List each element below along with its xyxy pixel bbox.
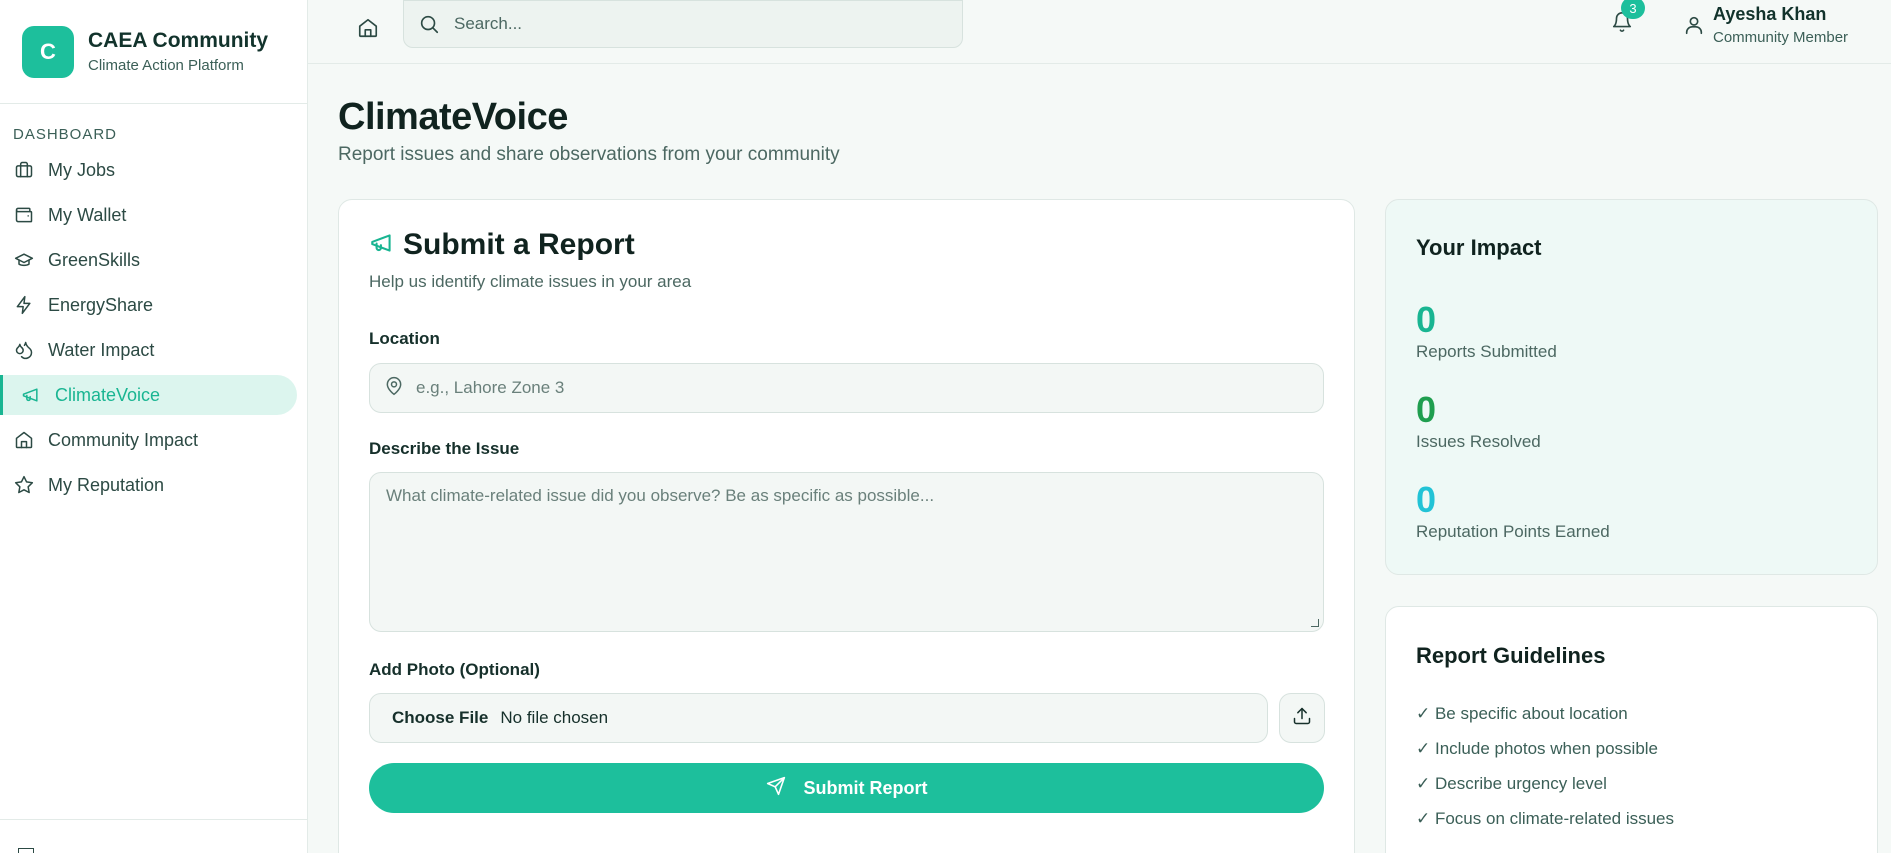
notification-badge: 3: [1621, 0, 1645, 19]
sidebar-item-my-wallet[interactable]: My Wallet: [0, 195, 297, 235]
home-icon: [13, 429, 35, 451]
card-subtitle: Help us identify climate issues in your …: [369, 272, 692, 291]
impact-card: Your Impact 0 Reports Submitted 0 Issues…: [1385, 199, 1878, 575]
brand-tagline: Climate Action Platform: [88, 57, 244, 74]
guidelines-card: Report Guidelines ✓ Be specific about lo…: [1385, 606, 1878, 853]
stat-issues-resolved: 0 Issues Resolved: [1416, 390, 1541, 452]
search-icon: [418, 13, 440, 35]
list-item: ✓ Include photos when possible: [1416, 739, 1659, 758]
sidebar-footer: [0, 819, 307, 853]
file-input[interactable]: Choose File No file chosen: [369, 693, 1268, 743]
search-input[interactable]: [454, 14, 934, 34]
stat-label: Reputation Points Earned: [1416, 522, 1610, 541]
bolt-icon: [13, 294, 35, 316]
sidebar: C CAEA Community Climate Action Platform…: [0, 0, 308, 853]
list-item: ✓ Describe urgency level: [1416, 774, 1607, 793]
stat-value: 0: [1416, 389, 1437, 430]
user-icon: [1683, 14, 1705, 36]
file-status: No file chosen: [500, 708, 609, 727]
home-button[interactable]: [350, 12, 386, 48]
submit-report-card: Submit a Report Help us identify climate…: [338, 199, 1355, 853]
graduation-cap-icon: [13, 249, 35, 271]
sidebar-item-water-impact[interactable]: Water Impact: [0, 330, 297, 370]
sidebar-item-climatevoice[interactable]: ClimateVoice: [0, 375, 297, 415]
brand[interactable]: C CAEA Community Climate Action Platform: [0, 0, 307, 104]
sidebar-item-label: EnergyShare: [48, 294, 154, 315]
logout-icon[interactable]: [18, 848, 34, 853]
sidebar-item-label: My Wallet: [48, 204, 127, 225]
choose-file-button[interactable]: Choose File: [392, 708, 488, 728]
issue-label: Describe the Issue: [369, 439, 520, 458]
send-icon: [766, 776, 804, 801]
topbar: 3 Ayesha Khan Community Member: [308, 0, 1891, 64]
upload-icon: [1292, 706, 1312, 731]
home-icon: [357, 17, 379, 44]
user-name: Ayesha Khan: [1713, 4, 1827, 24]
user-menu[interactable]: Ayesha Khan Community Member: [1683, 4, 1848, 46]
sidebar-item-label: ClimateVoice: [55, 384, 161, 405]
search-bar[interactable]: [403, 0, 963, 48]
sidebar-item-energyshare[interactable]: EnergyShare: [0, 285, 297, 325]
impact-title: Your Impact: [1416, 235, 1542, 260]
sidebar-item-label: Water Impact: [48, 339, 155, 360]
stat-value: 0: [1416, 299, 1437, 340]
sidebar-item-greenskills[interactable]: GreenSkills: [0, 240, 297, 280]
sidebar-item-my-reputation[interactable]: My Reputation: [0, 465, 297, 505]
megaphone-icon: [369, 230, 403, 261]
stat-value: 0: [1416, 479, 1437, 520]
map-pin-icon: [384, 376, 404, 401]
star-icon: [13, 474, 35, 496]
submit-report-button[interactable]: Submit Report: [369, 763, 1324, 813]
page-subtitle: Report issues and share observations fro…: [338, 144, 840, 165]
briefcase-icon: [13, 159, 35, 181]
resize-handle[interactable]: [1311, 619, 1319, 627]
submit-label: Submit Report: [803, 777, 928, 798]
issue-field[interactable]: [369, 472, 1324, 632]
droplets-icon: [13, 339, 35, 361]
sidebar-item-label: Community Impact: [48, 429, 199, 450]
user-role: Community Member: [1713, 29, 1849, 46]
megaphone-icon: [20, 384, 42, 406]
issue-textarea[interactable]: [370, 473, 1323, 631]
location-field[interactable]: [369, 363, 1324, 413]
nav-section-title: DASHBOARD: [13, 126, 118, 143]
list-item: ✓ Focus on climate-related issues: [1416, 809, 1675, 828]
card-title: Submit a Report: [403, 228, 635, 261]
sidebar-item-my-jobs[interactable]: My Jobs: [0, 150, 297, 190]
brand-name: CAEA Community: [88, 29, 269, 52]
stat-label: Issues Resolved: [1416, 432, 1541, 451]
sidebar-item-label: My Reputation: [48, 474, 165, 495]
sidebar-item-label: GreenSkills: [48, 249, 141, 270]
list-item: ✓ Be specific about location: [1416, 704, 1628, 723]
stat-reputation-points: 0 Reputation Points Earned: [1416, 480, 1610, 542]
location-label: Location: [369, 329, 440, 348]
upload-button[interactable]: [1279, 693, 1325, 743]
guidelines-title: Report Guidelines: [1416, 643, 1606, 668]
brand-logo: C: [22, 25, 74, 78]
sidebar-item-community-impact[interactable]: Community Impact: [0, 420, 297, 460]
photo-label: Add Photo (Optional): [369, 660, 540, 679]
wallet-icon: [13, 204, 35, 226]
stat-reports-submitted: 0 Reports Submitted: [1416, 300, 1557, 362]
location-input[interactable]: [416, 378, 1296, 398]
guidelines-list: ✓ Be specific about location ✓ Include p…: [1416, 704, 1674, 844]
sidebar-item-label: My Jobs: [48, 159, 116, 180]
page-title: ClimateVoice: [338, 96, 568, 138]
stat-label: Reports Submitted: [1416, 342, 1557, 361]
